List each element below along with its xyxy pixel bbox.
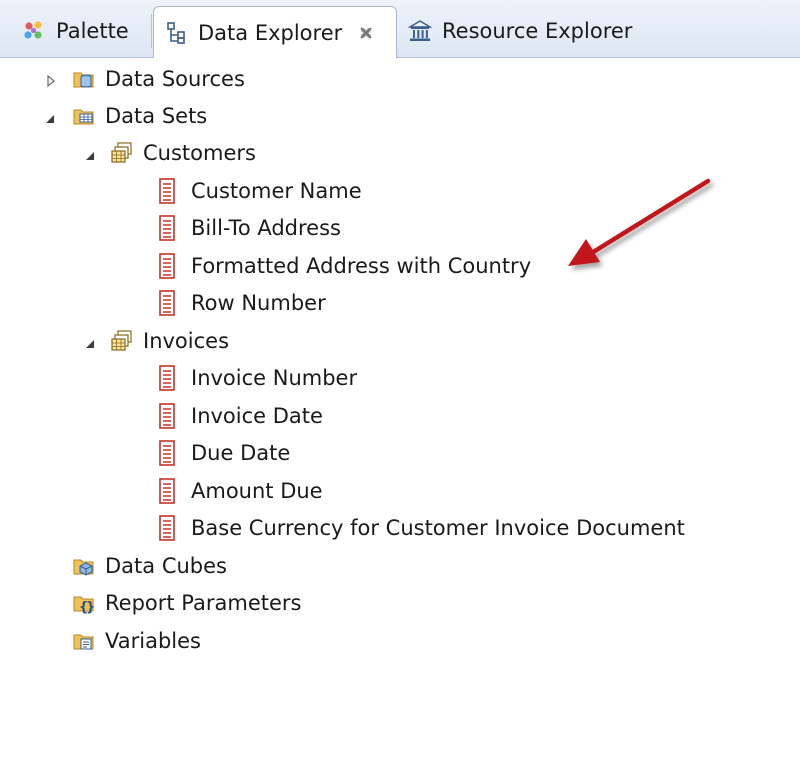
- column-icon: [159, 478, 175, 504]
- tree-item-column[interactable]: Customer Name: [157, 174, 362, 208]
- tree-item-label: Amount Due: [191, 479, 323, 503]
- tree-item-label: Variables: [105, 629, 201, 653]
- tree-item-label: Customer Name: [191, 179, 362, 203]
- tree-item-column[interactable]: Invoice Number: [157, 361, 357, 395]
- tree-item-label: Report Parameters: [105, 591, 302, 615]
- tree-item-label: Data Cubes: [105, 554, 227, 578]
- tree-item-label: Formatted Address with Country: [191, 254, 532, 278]
- tab-palette-label: Palette: [56, 19, 129, 43]
- tree-item-data-cubes[interactable]: Data Cubes: [72, 549, 227, 583]
- column-icon: [159, 253, 175, 279]
- expand-arrow-icon[interactable]: [44, 74, 58, 88]
- collapse-arrow-icon[interactable]: [83, 337, 97, 351]
- data-explorer-icon: [167, 21, 185, 44]
- column-icon: [159, 440, 175, 466]
- view-tab-bar: Palette Data Explorer Resource Explorer: [0, 0, 800, 58]
- tree-item-customers[interactable]: Customers: [110, 136, 256, 170]
- tree-item-column[interactable]: Formatted Address with Country: [157, 249, 531, 283]
- data-set-folder-icon: [73, 109, 94, 125]
- tree-item-column[interactable]: Amount Due: [157, 474, 323, 508]
- resource-explorer-icon: [408, 20, 432, 41]
- tab-palette[interactable]: Palette: [22, 6, 146, 56]
- tree-item-data-sources[interactable]: Data Sources: [72, 62, 245, 96]
- variables-folder-icon: [73, 634, 94, 650]
- tab-separator: [151, 14, 152, 48]
- data-set-icon: [111, 142, 132, 163]
- column-icon: [159, 403, 175, 429]
- tab-resource-explorer[interactable]: Resource Explorer: [408, 6, 668, 56]
- tree-item-label: Invoice Date: [191, 404, 323, 428]
- svg-text:}: }: [86, 600, 95, 615]
- close-icon[interactable]: [358, 25, 374, 41]
- tree-item-label: Base Currency for Customer Invoice Docum…: [191, 516, 685, 540]
- tree-item-label: Invoices: [143, 329, 230, 353]
- tree-item-label: Due Date: [191, 441, 291, 465]
- report-parameters-folder-icon: { }: [73, 596, 95, 615]
- tree-item-variables[interactable]: Variables: [72, 624, 201, 658]
- data-explorer-view: Palette Data Explorer Resource Explorer …: [0, 0, 800, 765]
- tree-item-label: Row Number: [191, 291, 326, 315]
- tree-item-label: Data Sets: [105, 104, 208, 128]
- tree-item-column[interactable]: Row Number: [157, 286, 326, 320]
- tree-item-column[interactable]: Invoice Date: [157, 399, 323, 433]
- data-cube-folder-icon: [73, 559, 94, 576]
- column-icon: [159, 215, 175, 241]
- column-icon: [159, 365, 175, 391]
- tree-item-label: Data Sources: [105, 67, 245, 91]
- tree-item-label: Bill-To Address: [191, 216, 341, 240]
- tree-item-invoices[interactable]: Invoices: [110, 324, 229, 358]
- tree-item-data-sets[interactable]: Data Sets: [72, 99, 207, 133]
- column-icon: [159, 515, 175, 541]
- palette-icon: [24, 21, 42, 39]
- tab-data-explorer-label: Data Explorer: [198, 20, 343, 45]
- data-set-icon: [111, 330, 132, 351]
- data-source-folder-icon: [73, 72, 94, 88]
- collapse-arrow-icon[interactable]: [43, 112, 57, 126]
- annotation-arrow-icon: [568, 178, 711, 266]
- tree-item-label: Customers: [143, 141, 256, 165]
- tree-item-column[interactable]: Due Date: [157, 436, 290, 470]
- column-icon: [159, 178, 175, 204]
- tree-item-column[interactable]: Bill-To Address: [157, 211, 341, 245]
- tab-resource-explorer-label: Resource Explorer: [442, 19, 633, 43]
- tree-item-label: Invoice Number: [191, 366, 358, 390]
- column-icon: [159, 290, 175, 316]
- tree-item-report-parameters[interactable]: { } Report Parameters: [72, 586, 302, 620]
- collapse-arrow-icon[interactable]: [83, 149, 97, 163]
- tree-item-column[interactable]: Base Currency for Customer Invoice Docum…: [157, 511, 685, 545]
- tab-data-explorer[interactable]: Data Explorer: [153, 6, 397, 58]
